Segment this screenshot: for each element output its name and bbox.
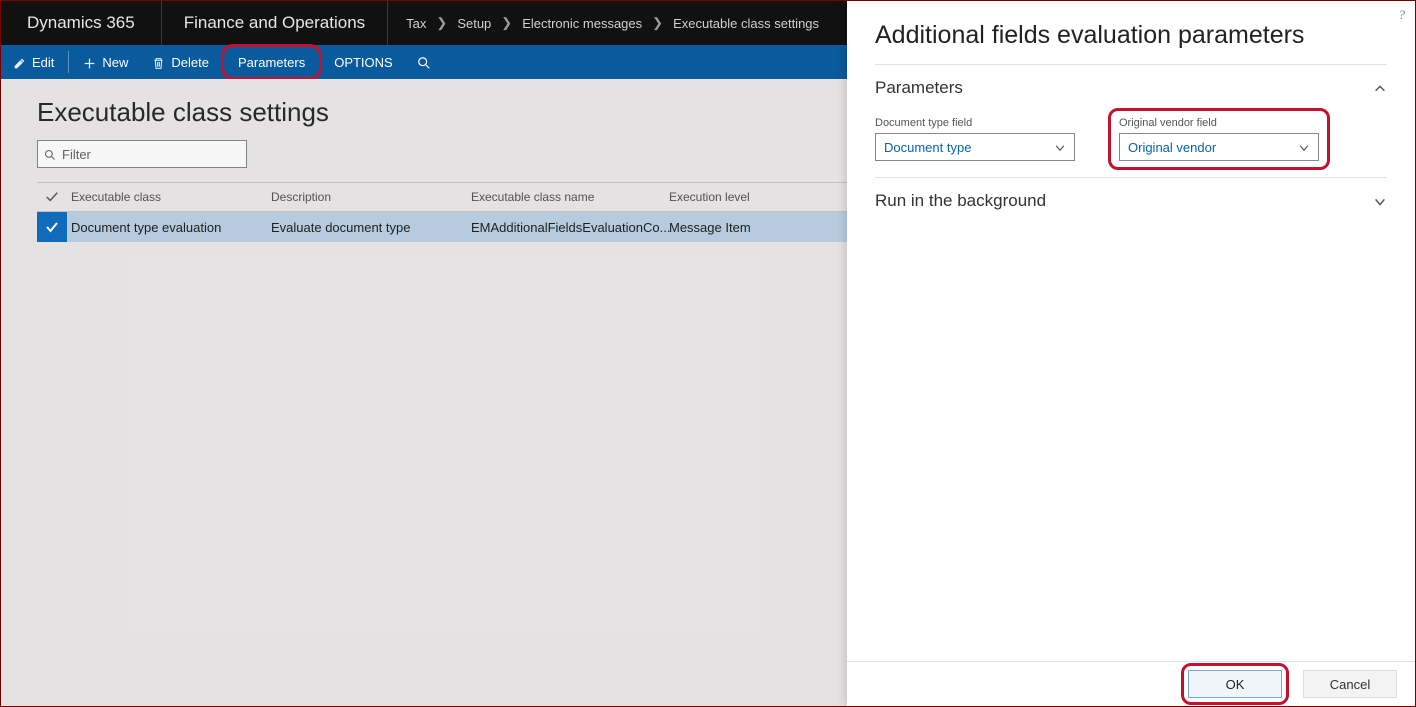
cancel-button[interactable]: Cancel — [1303, 670, 1397, 698]
separator — [68, 51, 69, 73]
edit-button[interactable]: Edit — [1, 45, 66, 79]
panel-body: Parameters Document type field Document … — [847, 64, 1415, 661]
parameters-button[interactable]: Parameters — [221, 44, 322, 80]
field-document-type: Document type field Document type — [875, 117, 1075, 161]
section-parameters-content: Document type field Document type Origin… — [875, 111, 1387, 178]
document-type-value: Document type — [884, 140, 971, 155]
section-parameters-title: Parameters — [875, 78, 963, 98]
side-panel: ? Additional fields evaluation parameter… — [847, 1, 1415, 706]
new-label: New — [102, 55, 128, 70]
search-button[interactable] — [405, 45, 443, 79]
breadcrumb: Tax ❯ Setup ❯ Electronic messages ❯ Exec… — [388, 1, 819, 45]
highlight-ok: OK — [1181, 663, 1289, 705]
original-vendor-value: Original vendor — [1128, 140, 1216, 155]
panel-title: Additional fields evaluation parameters — [875, 21, 1387, 50]
original-vendor-label: Original vendor field — [1119, 117, 1319, 129]
panel-header: ? Additional fields evaluation parameter… — [847, 1, 1415, 64]
new-button[interactable]: New — [71, 45, 140, 79]
section-parameters: Parameters Document type field Document … — [875, 64, 1387, 178]
options-label: OPTIONS — [334, 55, 393, 70]
chevron-right-icon: ❯ — [436, 15, 447, 31]
panel-footer: OK Cancel — [847, 661, 1415, 706]
section-background: Run in the background — [875, 178, 1387, 224]
module-label[interactable]: Finance and Operations — [162, 1, 388, 45]
delete-label: Delete — [171, 55, 209, 70]
original-vendor-dropdown[interactable]: Original vendor — [1119, 133, 1319, 161]
field-original-vendor: Original vendor field Original vendor — [1119, 117, 1319, 161]
brand-label[interactable]: Dynamics 365 — [1, 1, 162, 45]
chevron-up-icon — [1373, 80, 1387, 96]
parameters-label: Parameters — [238, 55, 305, 70]
section-parameters-header[interactable]: Parameters — [875, 65, 1387, 111]
pencil-icon — [13, 54, 26, 69]
breadcrumb-item[interactable]: Electronic messages — [522, 16, 642, 31]
delete-button[interactable]: Delete — [140, 45, 221, 79]
edit-label: Edit — [32, 55, 54, 70]
search-icon — [417, 54, 431, 70]
chevron-right-icon: ❯ — [501, 15, 512, 31]
trash-icon — [152, 54, 165, 69]
section-background-title: Run in the background — [875, 191, 1046, 211]
document-type-label: Document type field — [875, 117, 1075, 129]
chevron-down-icon — [1373, 193, 1387, 209]
help-icon[interactable]: ? — [1399, 7, 1406, 23]
plus-icon — [83, 54, 96, 69]
app-frame: Dynamics 365 Finance and Operations Tax … — [0, 0, 1416, 707]
options-button[interactable]: OPTIONS — [322, 45, 405, 79]
chevron-right-icon: ❯ — [652, 15, 663, 31]
ok-button[interactable]: OK — [1188, 670, 1282, 698]
document-type-dropdown[interactable]: Document type — [875, 133, 1075, 161]
chevron-down-icon — [1054, 140, 1066, 155]
breadcrumb-item[interactable]: Setup — [457, 16, 491, 31]
highlight-original-vendor: Original vendor field Original vendor — [1108, 108, 1330, 170]
chevron-down-icon — [1298, 140, 1310, 155]
breadcrumb-item[interactable]: Tax — [406, 16, 426, 31]
breadcrumb-item[interactable]: Executable class settings — [673, 16, 819, 31]
section-background-header[interactable]: Run in the background — [875, 178, 1387, 224]
